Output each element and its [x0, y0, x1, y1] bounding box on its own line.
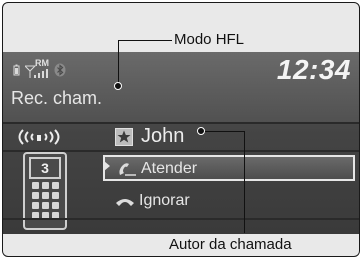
leader-line — [118, 40, 172, 41]
incoming-call-signal-icon — [18, 129, 60, 145]
incoming-call-row: John — [3, 124, 359, 150]
callout-dot — [114, 82, 122, 90]
caller-name: John — [141, 125, 185, 147]
callout-dot — [197, 127, 205, 135]
call-mode-text: Rec. cham. — [11, 88, 103, 108]
annotation-hfl-mode: Modo HFL — [174, 31, 245, 48]
battery-icon — [13, 64, 20, 76]
figure-frame: Modo HFL RM 12:34 Rec. cham. John 3 Aten… — [2, 2, 360, 257]
leader-line — [244, 131, 245, 233]
annotation-caller: Autor da chamada — [169, 236, 292, 253]
answer-phone-icon — [119, 163, 136, 176]
answer-option[interactable]: Atender — [103, 155, 355, 181]
divider — [3, 218, 359, 220]
ignore-label: Ignorar — [139, 192, 190, 209]
status-icons: RM — [13, 58, 66, 78]
contact-star-icon — [115, 128, 133, 146]
leader-line — [201, 131, 245, 132]
audio-display-screen: RM 12:34 Rec. cham. John 3 Atender Ignor… — [3, 52, 359, 234]
keypad-keys — [32, 182, 59, 219]
ignore-option[interactable]: Ignorar — [103, 189, 355, 215]
selection-arrow-icon — [104, 161, 110, 171]
hang-up-phone-icon — [116, 199, 134, 206]
clock: 12:34 — [276, 54, 351, 85]
bluetooth-icon — [54, 63, 66, 77]
answer-label: Atender — [141, 160, 198, 177]
roaming-badge: RM — [35, 58, 49, 68]
signal-strength-icon: RM — [25, 58, 49, 78]
keypad-digit: 3 — [29, 157, 61, 179]
status-band: RM 12:34 Rec. cham. — [3, 52, 359, 122]
leader-line — [118, 40, 119, 85]
